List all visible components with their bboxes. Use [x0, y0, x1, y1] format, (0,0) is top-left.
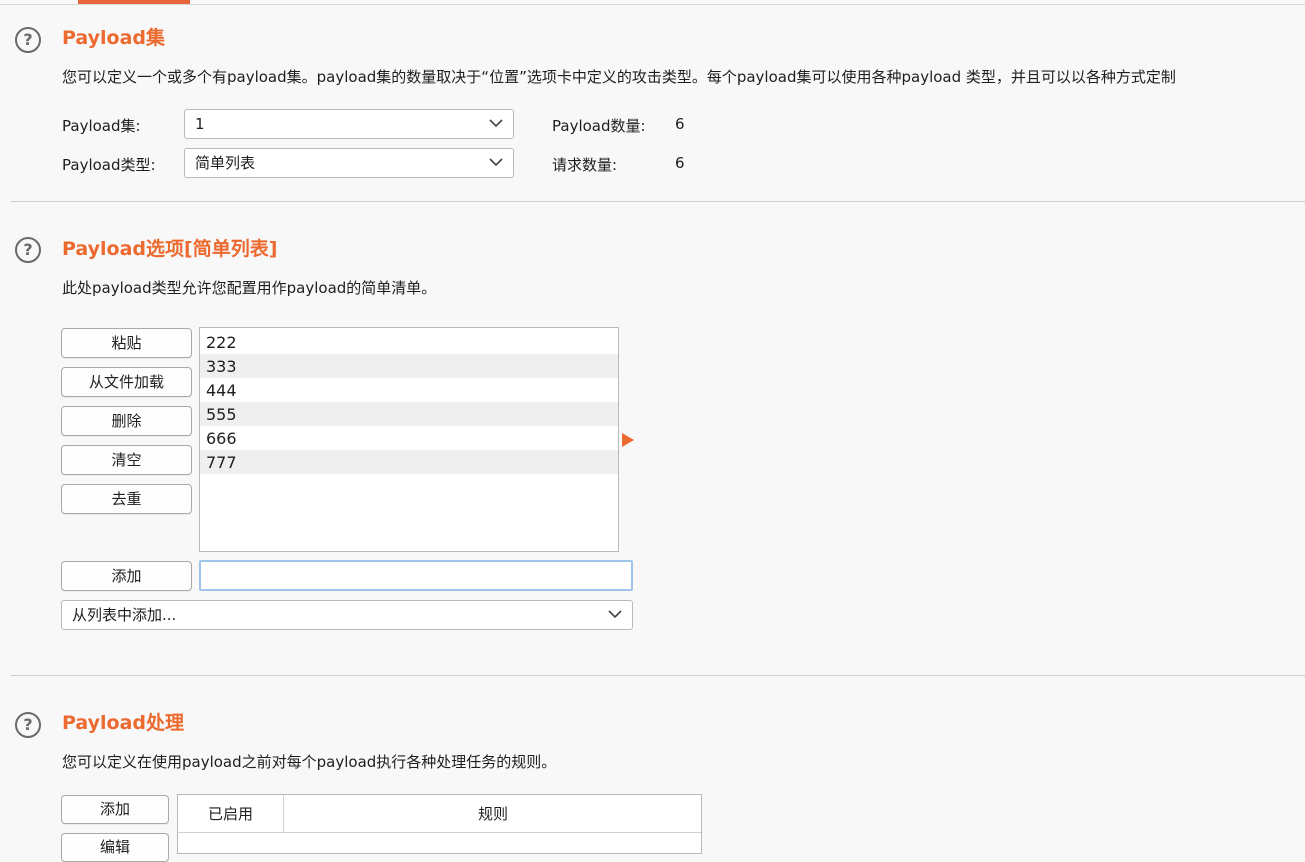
add-from-list-value: 从列表中添加... — [72, 606, 177, 624]
clear-button[interactable]: 清空 — [61, 445, 192, 475]
section-divider — [11, 675, 1305, 676]
payload-set-select[interactable]: 1 — [184, 109, 514, 139]
list-item[interactable]: 666 — [200, 426, 618, 450]
deduplicate-button[interactable]: 去重 — [61, 484, 192, 514]
payload-count-label: Payload数量: — [552, 117, 646, 135]
section-title-payload-processing: Payload处理 — [62, 712, 185, 734]
section-title-payload-sets: Payload集 — [62, 27, 166, 49]
top-divider — [0, 4, 1305, 5]
chevron-down-icon — [608, 610, 622, 619]
payload-type-value: 简单列表 — [195, 154, 256, 172]
section-title-payload-options: Payload选项[简单列表] — [62, 238, 278, 260]
list-item[interactable]: 555 — [200, 402, 618, 426]
paste-button[interactable]: 粘贴 — [61, 328, 192, 358]
column-header-enabled[interactable]: 已启用 — [178, 795, 283, 832]
request-count-label: 请求数量: — [552, 156, 618, 174]
load-from-file-button[interactable]: 从文件加载 — [61, 367, 192, 397]
play-triangle-icon[interactable] — [622, 433, 634, 447]
help-circle-icon[interactable]: ? — [15, 237, 41, 263]
processing-rules-table[interactable]: 已启用 规则 — [177, 794, 702, 854]
payload-set-value: 1 — [195, 115, 205, 133]
payload-type-select[interactable]: 简单列表 — [184, 148, 514, 178]
section-description-payload-options: 此处payload类型允许您配置用作payload的简单清单。 — [62, 279, 437, 297]
section-description-payload-processing: 您可以定义在使用payload之前对每个payload执行各种处理任务的规则。 — [62, 753, 557, 771]
add-payload-input[interactable] — [199, 560, 633, 591]
section-divider — [11, 201, 1305, 202]
add-rule-button[interactable]: 添加 — [61, 795, 169, 824]
list-item[interactable]: 444 — [200, 378, 618, 402]
help-circle-icon[interactable]: ? — [15, 27, 41, 53]
help-circle-icon[interactable]: ? — [15, 712, 41, 738]
add-from-list-select[interactable]: 从列表中添加... — [61, 600, 633, 630]
remove-button[interactable]: 删除 — [61, 406, 192, 436]
chevron-down-icon — [489, 119, 503, 128]
list-item[interactable]: 222 — [200, 330, 618, 354]
section-description-payload-sets: 您可以定义一个或多个有payload集。payload集的数量取决于“位置”选项… — [62, 68, 1176, 86]
request-count-value: 6 — [675, 154, 685, 172]
add-button[interactable]: 添加 — [61, 561, 192, 591]
edit-rule-button[interactable]: 编辑 — [61, 833, 169, 862]
header-divider — [178, 832, 701, 833]
payload-type-label: Payload类型: — [62, 156, 156, 174]
list-item[interactable]: 333 — [200, 354, 618, 378]
payload-set-label: Payload集: — [62, 117, 141, 135]
column-header-rule[interactable]: 规则 — [284, 795, 702, 832]
payload-list[interactable]: 222 333 444 555 666 777 — [199, 327, 619, 552]
chevron-down-icon — [489, 158, 503, 167]
payload-count-value: 6 — [675, 115, 685, 133]
list-item[interactable]: 777 — [200, 450, 618, 474]
